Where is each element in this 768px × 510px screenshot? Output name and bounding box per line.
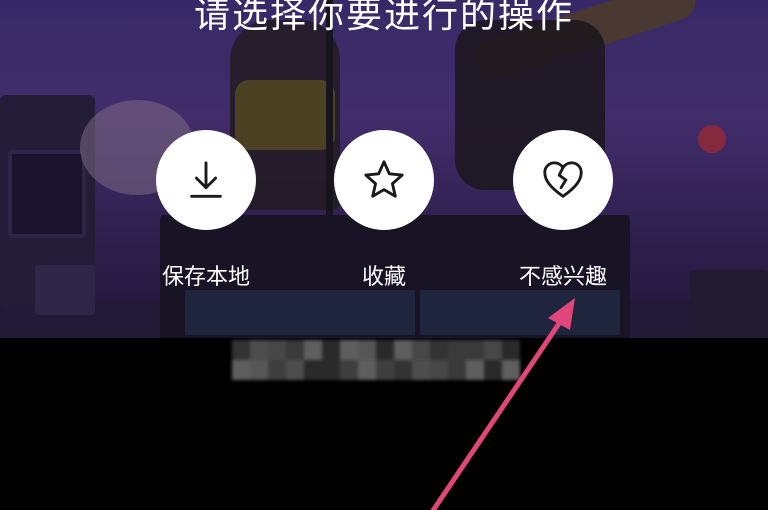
blurred-caption — [232, 340, 530, 380]
mosaic-tile — [484, 360, 502, 380]
not-interested-circle[interactable] — [513, 130, 613, 230]
mosaic-tile — [340, 360, 358, 380]
mosaic-tile — [394, 360, 412, 380]
mosaic-tile — [412, 360, 430, 380]
mosaic-tile — [358, 360, 376, 380]
mosaic-tile — [232, 340, 250, 360]
mosaic-tile — [340, 340, 358, 360]
mosaic-tile — [376, 360, 394, 380]
mosaic-tile — [250, 340, 268, 360]
mosaic-tile — [466, 340, 484, 360]
video-screen: 请选择你要进行的操作 保存本地 收藏 不感兴趣 — [0, 0, 768, 510]
not-interested-button[interactable]: 不感兴趣 — [483, 130, 643, 292]
mosaic-tile — [412, 340, 430, 360]
mosaic-tile — [466, 360, 484, 380]
mosaic-tile — [448, 340, 466, 360]
mosaic-tile — [502, 340, 520, 360]
favorite-circle[interactable] — [334, 130, 434, 230]
save-local-button[interactable]: 保存本地 — [126, 130, 286, 292]
mosaic-tile — [430, 340, 448, 360]
mosaic-tile — [484, 340, 502, 360]
mosaic-tile — [502, 360, 520, 380]
mosaic-tile — [430, 360, 448, 380]
action-prompt-title: 请选择你要进行的操作 — [193, 0, 574, 36]
mosaic-tile — [394, 340, 412, 360]
mosaic-tile — [268, 340, 286, 360]
star-icon — [364, 160, 404, 198]
mosaic-tile — [286, 340, 304, 360]
mosaic-tile — [376, 340, 394, 360]
action-sheet: 保存本地 收藏 不感兴趣 — [0, 130, 768, 310]
mosaic-tile — [268, 360, 286, 380]
favorite-button[interactable]: 收藏 — [304, 130, 464, 292]
mosaic-tile — [232, 360, 250, 380]
save-local-circle[interactable] — [156, 130, 256, 230]
mosaic-tile — [286, 360, 304, 380]
mosaic-tile — [322, 340, 340, 360]
mosaic-tile — [448, 360, 466, 380]
download-icon — [190, 161, 222, 198]
mosaic-tile — [304, 340, 322, 360]
mosaic-tile — [304, 360, 322, 380]
broken-heart-icon — [543, 161, 583, 198]
mosaic-tile — [322, 360, 340, 380]
favorite-label: 收藏 — [361, 265, 406, 290]
mosaic-tile — [250, 360, 268, 380]
mosaic-tile — [358, 340, 376, 360]
not-interested-label: 不感兴趣 — [518, 265, 607, 290]
save-local-label: 保存本地 — [161, 265, 250, 290]
